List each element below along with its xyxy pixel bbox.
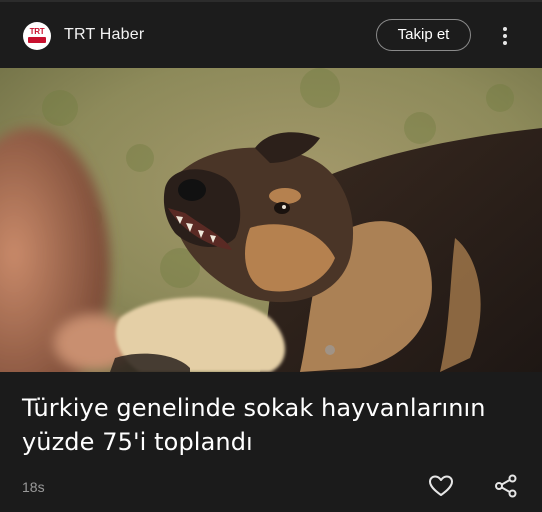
share-icon[interactable]	[494, 474, 518, 498]
follow-button[interactable]: Takip et	[376, 19, 471, 51]
article-image[interactable]	[0, 68, 542, 372]
divider	[0, 0, 542, 2]
news-card[interactable]: TRT TRT Haber Takip et Türkiye genelinde…	[0, 0, 542, 512]
logo-text: TRT	[29, 27, 45, 36]
more-vert-icon[interactable]	[498, 26, 512, 46]
card-header: TRT TRT Haber Takip et	[0, 0, 542, 68]
timestamp: 18s	[22, 479, 45, 495]
source-logo[interactable]: TRT	[23, 22, 51, 50]
heart-icon[interactable]	[428, 474, 454, 498]
logo-bar	[28, 37, 46, 43]
article-headline[interactable]: Türkiye genelinde sokak hayvanlarının yü…	[22, 391, 532, 459]
source-name[interactable]: TRT Haber	[64, 26, 144, 44]
